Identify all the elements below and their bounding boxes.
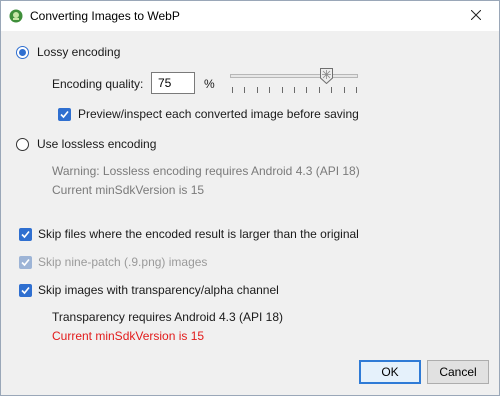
close-icon — [470, 9, 482, 23]
transparency-min-sdk-text: Current minSdkVersion is 15 — [52, 329, 205, 343]
lossy-encoding-radio[interactable] — [16, 46, 29, 59]
encoding-quality-input[interactable] — [151, 72, 195, 94]
close-button[interactable] — [453, 1, 499, 31]
lossless-encoding-label: Use lossless encoding — [37, 137, 157, 151]
ok-button[interactable]: OK — [359, 360, 421, 384]
percent-label: % — [204, 77, 215, 91]
slider-tick — [331, 87, 333, 93]
slider-tick — [269, 87, 271, 93]
preview-label: Preview/inspect each converted image bef… — [78, 107, 359, 121]
slider-tick — [306, 87, 308, 93]
android-studio-icon — [9, 9, 23, 23]
checkmark-icon — [21, 230, 30, 239]
skip-transparency-label: Skip images with transparency/alpha chan… — [38, 283, 279, 297]
slider-tick — [232, 87, 233, 93]
lossless-warning-text: Warning: Lossless encoding requires Andr… — [52, 164, 360, 178]
slider-tick — [294, 87, 295, 93]
quality-slider-thumb[interactable] — [319, 68, 333, 85]
transparency-note-text: Transparency requires Android 4.3 (API 1… — [52, 310, 284, 324]
dialog-window: Converting Images to WebP Lossy encoding… — [0, 0, 500, 396]
window-title: Converting Images to WebP — [30, 9, 180, 23]
lossless-encoding-radio[interactable] — [16, 138, 29, 151]
skip-ninepatch-label: Skip nine-patch (.9.png) images — [38, 255, 208, 269]
checkmark-icon — [21, 258, 30, 267]
checkmark-icon — [21, 286, 30, 295]
slider-tick — [244, 87, 246, 93]
slider-tick — [281, 87, 283, 93]
quality-slider-track[interactable] — [230, 74, 358, 78]
skip-larger-label: Skip files where the encoded result is l… — [38, 227, 359, 241]
skip-transparency-checkbox[interactable] — [19, 284, 32, 297]
cancel-button[interactable]: Cancel — [427, 360, 489, 384]
slider-tick — [256, 87, 258, 93]
preview-checkbox[interactable] — [58, 108, 71, 121]
skip-larger-checkbox[interactable] — [19, 228, 32, 241]
lossy-encoding-label: Lossy encoding — [37, 45, 121, 59]
slider-tick — [356, 87, 357, 93]
checkmark-icon — [60, 110, 69, 119]
title-bar: Converting Images to WebP — [1, 1, 499, 31]
skip-ninepatch-checkbox — [19, 256, 32, 269]
slider-tick — [318, 87, 320, 93]
lossless-min-sdk-text: Current minSdkVersion is 15 — [52, 183, 205, 197]
encoding-quality-label: Encoding quality: — [52, 77, 144, 91]
slider-tick — [343, 87, 345, 93]
